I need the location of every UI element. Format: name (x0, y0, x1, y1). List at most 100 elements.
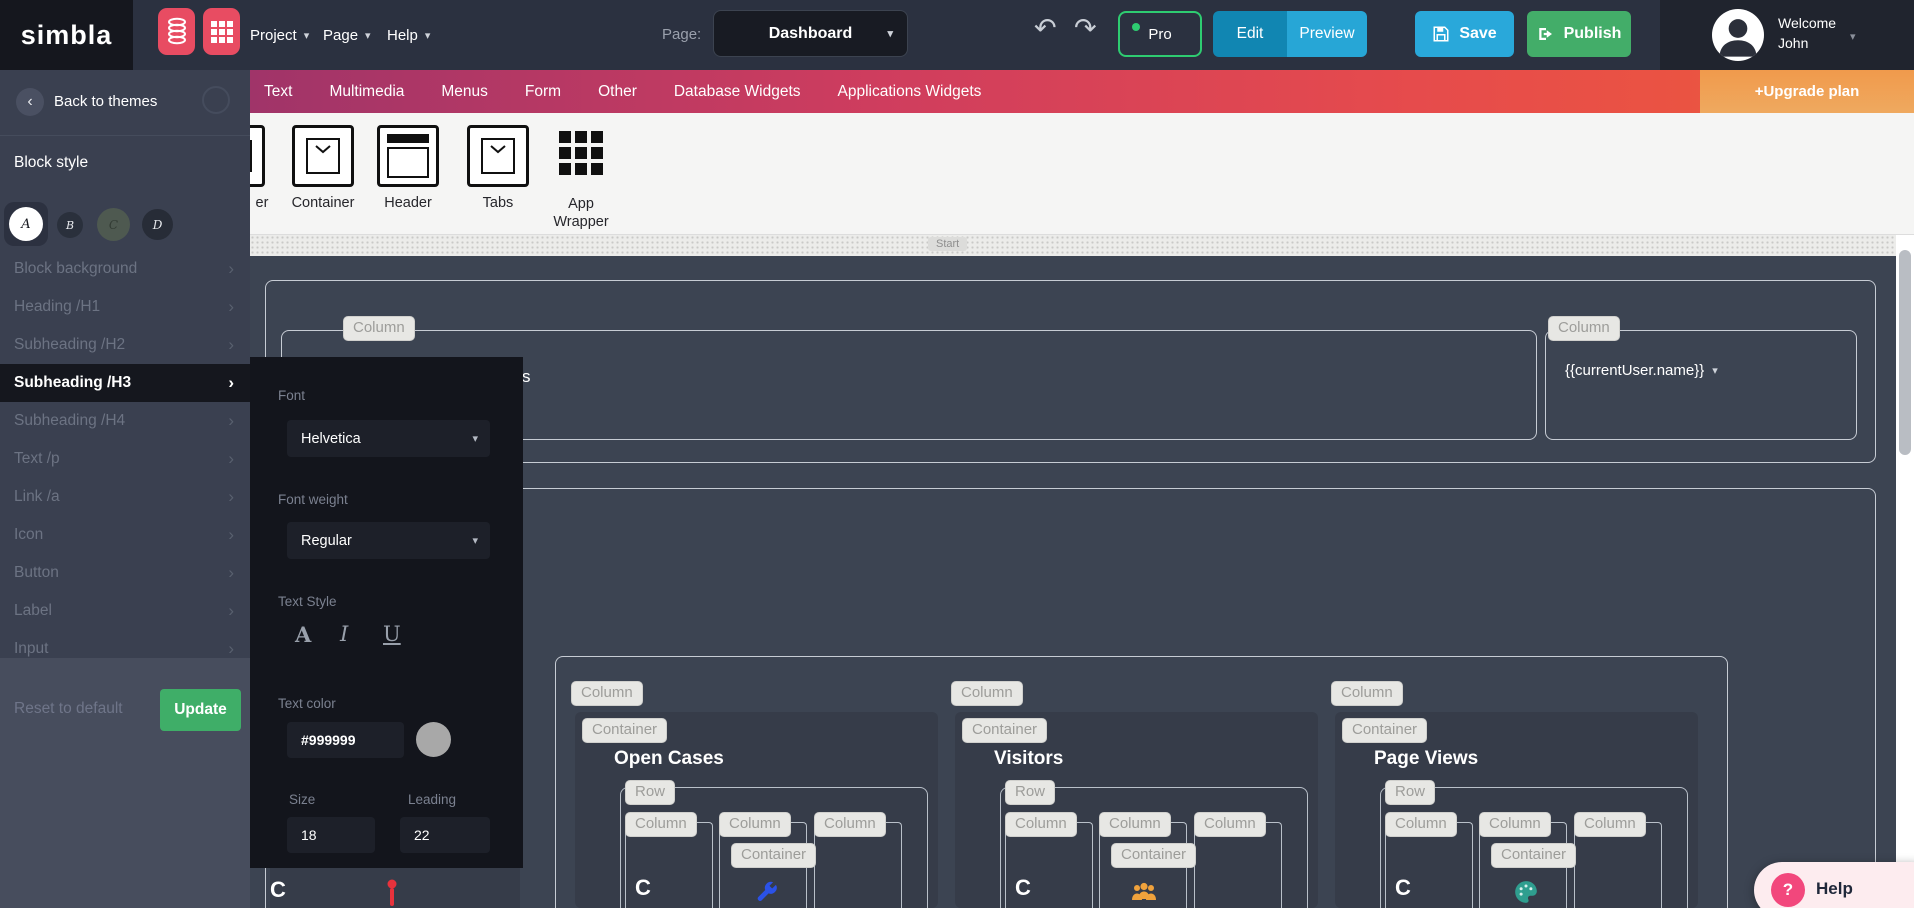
column-pill[interactable]: Column (1099, 812, 1171, 837)
canvas-header-right-column[interactable] (1545, 330, 1857, 440)
underline-toggle[interactable]: U (383, 622, 401, 646)
card-visitors[interactable]: Container Visitors Row Column Column Col… (955, 712, 1318, 908)
style-option-d[interactable]: D (142, 209, 173, 240)
tab-menus[interactable]: Menus (441, 83, 488, 101)
font-weight-select[interactable]: Regular ▾ (287, 522, 490, 559)
person-icon (1719, 19, 1757, 57)
chevron-down-icon (490, 145, 506, 154)
help-button[interactable]: ? Help (1754, 862, 1914, 908)
tab-form[interactable]: Form (525, 83, 561, 101)
column-pill[interactable]: Column (1574, 812, 1646, 837)
column-pill[interactable]: Column (1331, 681, 1403, 706)
sidebar-item-text-p[interactable]: Text /p › (0, 440, 250, 478)
tab-other[interactable]: Other (598, 83, 637, 101)
pro-dot-icon (1132, 23, 1140, 31)
tab-text[interactable]: Text (264, 83, 292, 101)
sidebar-item-subheading-h2[interactable]: Subheading /H2 › (0, 326, 250, 364)
widget-container[interactable] (292, 125, 354, 187)
column-pill[interactable]: Column (1548, 316, 1620, 341)
row-pill[interactable]: Row (1385, 780, 1436, 805)
sidebar-item-subheading-h3[interactable]: Subheading /H3 › (0, 364, 250, 402)
upgrade-plan-button[interactable]: +Upgrade plan (1700, 70, 1914, 113)
start-marker: Start (928, 237, 968, 251)
style-option-a[interactable]: A (9, 207, 43, 241)
canvas-scrollbar[interactable] (1896, 235, 1914, 908)
container-pill[interactable]: Container (1491, 843, 1577, 868)
column-pill[interactable]: Column (814, 812, 886, 837)
sidebar-item-heading-h1[interactable]: Heading /H1 › (0, 288, 250, 326)
chevron-down-icon (315, 145, 331, 154)
back-to-themes[interactable]: ‹ Back to themes (0, 70, 250, 135)
row-pill[interactable]: Row (1005, 780, 1056, 805)
chevron-down-icon[interactable]: ▾ (1850, 30, 1856, 43)
menu-project[interactable]: Project ▾ (250, 0, 309, 70)
sidebar-item-button[interactable]: Button › (0, 554, 250, 592)
column-pill[interactable]: Column (343, 316, 415, 341)
page-selector[interactable]: Dashboard ▾ (713, 10, 908, 57)
undo-button[interactable]: ↶ (1028, 14, 1063, 43)
apps-grid-button[interactable] (203, 8, 240, 55)
menu-help[interactable]: Help ▾ (387, 0, 430, 70)
sidebar-item-icon[interactable]: Icon › (0, 516, 250, 554)
update-button[interactable]: Update (160, 689, 241, 731)
card-open-cases[interactable]: Container Open Cases Row Column Column C… (575, 712, 938, 908)
chevron-down-icon: ▾ (303, 29, 310, 42)
column-pill[interactable]: Column (1385, 812, 1457, 837)
font-select[interactable]: Helvetica ▾ (287, 420, 490, 457)
column-pill[interactable]: Column (1005, 812, 1077, 837)
tab-applications-widgets[interactable]: Applications Widgets (838, 83, 982, 101)
sidebar-item-block-background[interactable]: Block background › (0, 250, 250, 288)
italic-toggle[interactable]: I (340, 622, 348, 646)
card-page-views[interactable]: Container Page Views Row Column Column C… (1335, 712, 1698, 908)
pro-badge-button[interactable]: Pro (1118, 11, 1202, 57)
widget-app-wrapper[interactable] (553, 125, 615, 187)
redo-button[interactable]: ↷ (1068, 14, 1103, 43)
container-pill[interactable]: Container (1111, 843, 1197, 868)
column-pill[interactable]: Column (951, 681, 1023, 706)
edit-mode-button[interactable]: Edit (1213, 11, 1287, 57)
scrollbar-thumb[interactable] (1899, 250, 1911, 455)
current-user-binding[interactable]: {{currentUser.name}} ▾ (1565, 362, 1718, 379)
color-swatch[interactable] (416, 722, 451, 757)
widget-header[interactable] (377, 125, 439, 187)
preview-mode-button[interactable]: Preview (1287, 11, 1367, 57)
column-pill[interactable]: Column (719, 812, 791, 837)
subheading-h3-settings-panel: Font Helvetica ▾ Font weight Regular ▾ T… (250, 357, 523, 868)
menu-page[interactable]: Page ▾ (323, 0, 371, 70)
style-option-b[interactable]: B (57, 212, 83, 238)
container-pill[interactable]: Container (962, 718, 1048, 743)
palette-icon (1515, 881, 1537, 903)
publish-button[interactable]: Publish (1527, 11, 1631, 57)
sidebar-item-link-a[interactable]: Link /a › (0, 478, 250, 516)
database-button[interactable] (158, 8, 195, 55)
widget-tabs[interactable] (467, 125, 529, 187)
tab-database-widgets[interactable]: Database Widgets (674, 83, 801, 101)
column-pill[interactable]: Column (571, 681, 643, 706)
column-pill[interactable]: Column (625, 812, 697, 837)
font-weight-label: Font weight (278, 492, 348, 507)
simbla-logo[interactable]: Simbla (0, 0, 133, 70)
column-pill[interactable]: Column (1479, 812, 1551, 837)
sidebar-item-label[interactable]: Label › (0, 592, 250, 630)
tab-multimedia[interactable]: Multimedia (329, 83, 404, 101)
container-pill[interactable]: Container (731, 843, 817, 868)
container-pill[interactable]: Container (582, 718, 668, 743)
container-pill[interactable]: Container (1342, 718, 1428, 743)
text-color-input[interactable]: #999999 (287, 722, 404, 758)
wrench-icon (757, 881, 777, 901)
size-input[interactable]: 18 (287, 817, 375, 853)
sidebar-item-subheading-h4[interactable]: Subheading /H4 › (0, 402, 250, 440)
save-button[interactable]: Save (1415, 11, 1514, 57)
bold-toggle[interactable]: A (295, 622, 311, 647)
leading-input[interactable]: 22 (400, 817, 490, 853)
question-mark-icon: ? (1771, 873, 1805, 907)
column-pill[interactable]: Column (1194, 812, 1266, 837)
publish-icon (1538, 28, 1552, 40)
chevron-left-icon: ‹ (16, 88, 44, 116)
partial-card[interactable]: C (270, 868, 520, 908)
style-option-c[interactable]: C (97, 208, 130, 241)
reset-to-default-link[interactable]: Reset to default (14, 700, 123, 718)
row-pill[interactable]: Row (625, 780, 676, 805)
card-letter: C (270, 877, 286, 902)
avatar[interactable] (1712, 9, 1764, 61)
